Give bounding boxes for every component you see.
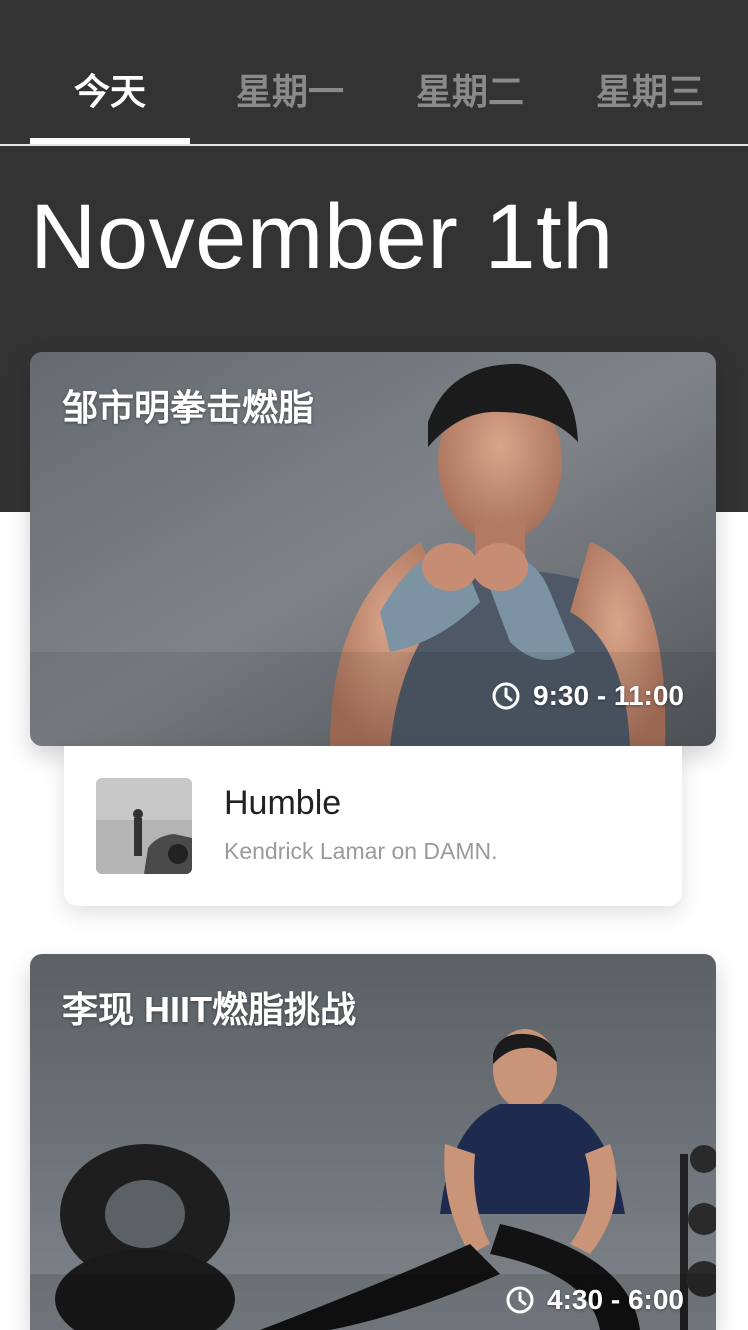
tab-tuesday[interactable]: 星期二 bbox=[390, 64, 550, 124]
class-time-label: 9:30 - 11:00 bbox=[533, 680, 684, 711]
class-title: 李现 HIIT燃脂挑战 bbox=[62, 989, 356, 1030]
class-title: 邹市明拳击燃脂 bbox=[62, 387, 315, 428]
tab-today[interactable]: 今天 bbox=[30, 64, 190, 124]
music-card[interactable]: Humble Kendrick Lamar on DAMN. bbox=[64, 746, 682, 906]
day-tabs: 今天 星期一 星期二 星期三 bbox=[0, 0, 748, 146]
tab-monday[interactable]: 星期一 bbox=[210, 64, 370, 124]
class-card-boxing[interactable]: 邹市明拳击燃脂 9:30 - 11:00 bbox=[30, 352, 716, 746]
class-time: 4:30 - 6:00 bbox=[505, 1282, 684, 1318]
tabs-divider bbox=[0, 144, 748, 146]
class-time: 9:30 - 11:00 bbox=[491, 678, 684, 714]
date-heading: November 1th bbox=[30, 186, 614, 288]
clock-icon bbox=[492, 682, 520, 710]
class-time-label: 4:30 - 6:00 bbox=[547, 1284, 684, 1315]
song-artist: Kendrick Lamar on DAMN. bbox=[224, 838, 498, 864]
album-art bbox=[96, 778, 192, 874]
song-title: Humble bbox=[224, 784, 342, 822]
tab-wednesday[interactable]: 星期三 bbox=[570, 64, 730, 124]
clock-icon bbox=[506, 1286, 534, 1314]
class-card-hiit[interactable]: 李现 HIIT燃脂挑战 bbox=[30, 954, 716, 1330]
